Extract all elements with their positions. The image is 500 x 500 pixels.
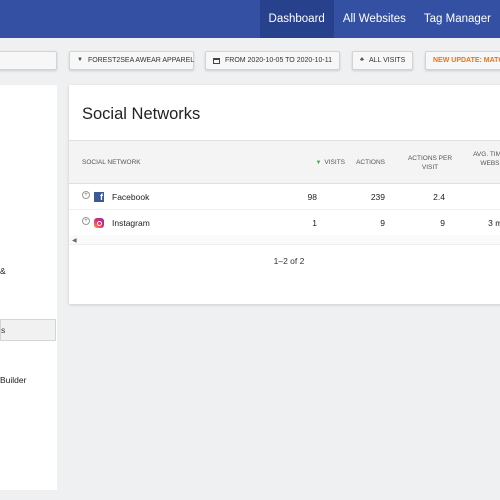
top-nav: Dashboard All Websites Tag Manager <box>259 0 500 38</box>
facebook-icon: f <box>94 192 104 202</box>
table-row[interactable]: + f Facebook 98 239 2.4 56 <box>69 184 500 210</box>
sidebar-fragment-builder[interactable]: Builder <box>0 375 26 385</box>
instagram-icon <box>94 218 104 228</box>
avg-time-value: 3 min 8 <box>488 218 500 228</box>
site-selector-label: FOREST2SEA AWEAR APPAREL <box>87 57 195 64</box>
column-actions[interactable]: ACTIONS <box>349 158 385 167</box>
horizontal-scrollbar[interactable] <box>69 235 500 245</box>
pagination-info: 1–2 of 2 <box>273 256 305 266</box>
table-row[interactable]: + Instagram 1 9 9 3 min 8 <box>69 210 500 236</box>
date-selector[interactable]: FROM 2020-10-05 TO 2020-10-11 <box>205 51 340 70</box>
actions-value: 9 <box>380 218 385 228</box>
avg-time-value: 56 <box>464 192 500 202</box>
column-social-network[interactable]: SOCIAL NETWORK <box>82 158 141 167</box>
segment-selector-label: ALL VISITS <box>368 57 406 64</box>
column-avg-time[interactable]: AVG. TIME ON WEBSITE <box>464 150 500 168</box>
segment-icon: ♣ <box>360 57 364 63</box>
nav-all-websites[interactable]: All Websites <box>334 0 415 38</box>
update-notice-button[interactable]: NEW UPDATE: MATO <box>425 51 500 70</box>
visits-value: 1 <box>312 218 317 228</box>
actions-per-visit-value: 2.4 <box>433 192 445 202</box>
date-selector-label: FROM 2020-10-05 TO 2020-10-11 <box>224 57 332 64</box>
calendar-icon <box>213 57 220 64</box>
social-networks-card: Social Networks SOCIAL NETWORK ▼ VISITS A… <box>69 85 500 304</box>
column-visits-label: VISITS <box>324 159 345 166</box>
update-notice-label: NEW UPDATE: MATO <box>433 57 500 64</box>
visits-value: 98 <box>307 192 317 202</box>
nav-tag-manager[interactable]: Tag Manager <box>415 0 500 38</box>
sidebar-fragment-s: s <box>1 325 6 335</box>
network-name: Instagram <box>112 218 150 228</box>
actions-value: 239 <box>370 192 385 202</box>
network-name: Facebook <box>112 192 150 202</box>
table-header: SOCIAL NETWORK ▼ VISITS ACTIONS ACTIONS P… <box>69 140 500 184</box>
partial-selector[interactable] <box>0 51 57 70</box>
site-selector[interactable]: ▼ FOREST2SEA AWEAR APPAREL <box>69 51 194 70</box>
sidebar-fragment-ampersand[interactable]: & <box>0 266 6 276</box>
report-title: Social Networks <box>82 105 201 123</box>
expand-icon[interactable]: + <box>82 217 90 225</box>
expand-icon[interactable]: + <box>82 191 90 199</box>
sidebar: & s Builder <box>0 85 57 490</box>
actions-per-visit-value: 9 <box>440 218 445 228</box>
sort-descending-icon: ▼ <box>315 160 322 166</box>
segment-selector[interactable]: ♣ ALL VISITS <box>352 51 413 70</box>
top-bar: Dashboard All Websites Tag Manager <box>0 0 500 38</box>
sidebar-selected-item[interactable]: s <box>0 319 56 341</box>
nav-dashboard[interactable]: Dashboard <box>259 0 334 38</box>
scroll-left-icon[interactable]: ◀ <box>72 237 77 244</box>
caret-down-icon: ▼ <box>77 57 83 63</box>
column-visits[interactable]: ▼ VISITS <box>287 158 345 168</box>
column-actions-per-visit[interactable]: ACTIONS PER VISIT <box>405 154 455 172</box>
